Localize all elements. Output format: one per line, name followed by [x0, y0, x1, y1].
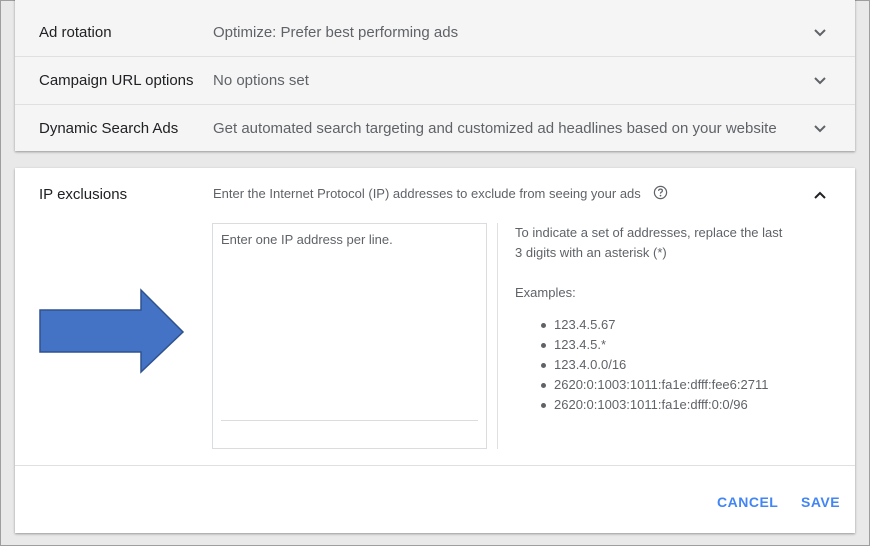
row-label: Campaign URL options: [39, 72, 194, 89]
examples-list: 123.4.5.67 123.4.5.* 123.4.0.0/16 2620:0…: [541, 315, 785, 415]
list-item: 123.4.5.67: [541, 315, 785, 335]
chevron-down-icon[interactable]: [813, 122, 827, 136]
row-value: Optimize: Prefer best performing ads: [213, 24, 459, 41]
row-label: Dynamic Search Ads: [39, 120, 179, 137]
settings-card: Ad rotation Optimize: Prefer best perfor…: [15, 0, 855, 151]
section-title: IP exclusions: [39, 186, 128, 203]
help-text: To indicate a set of addresses, replace …: [515, 225, 783, 260]
help-circle-icon[interactable]: [653, 185, 668, 200]
input-underline: [221, 420, 478, 421]
row-value: No options set: [213, 72, 309, 89]
list-item: 123.4.0.0/16: [541, 355, 785, 375]
settings-row-campaign-url-options[interactable]: Campaign URL options No options set: [15, 57, 855, 105]
settings-row-ad-rotation[interactable]: Ad rotation Optimize: Prefer best perfor…: [15, 9, 855, 57]
list-item: 2620:0:1003:1011:fa1e:dfff:0:0/96: [541, 395, 785, 415]
row-label: Ad rotation: [39, 24, 112, 41]
examples-title: Examples:: [515, 285, 576, 300]
list-item: 2620:0:1003:1011:fa1e:dfff:fee6:2711: [541, 375, 785, 395]
ip-address-input[interactable]: [221, 232, 479, 417]
chevron-down-icon[interactable]: [813, 26, 827, 40]
help-panel: To indicate a set of addresses, replace …: [515, 223, 785, 415]
actions-divider: [15, 465, 855, 466]
row-value: Get automated search targeting and custo…: [213, 120, 777, 137]
save-button[interactable]: SAVE: [801, 484, 840, 520]
settings-row-dynamic-search-ads[interactable]: Dynamic Search Ads Get automated search …: [15, 105, 855, 153]
chevron-down-icon[interactable]: [813, 74, 827, 88]
ip-address-textarea-container: [212, 223, 487, 449]
arrow-right-icon: [39, 288, 185, 374]
cancel-button[interactable]: CANCEL: [717, 484, 778, 520]
chevron-up-icon[interactable]: [813, 188, 827, 202]
list-item: 123.4.5.*: [541, 335, 785, 355]
section-description: Enter the Internet Protocol (IP) address…: [213, 186, 641, 201]
vertical-divider: [497, 223, 498, 449]
